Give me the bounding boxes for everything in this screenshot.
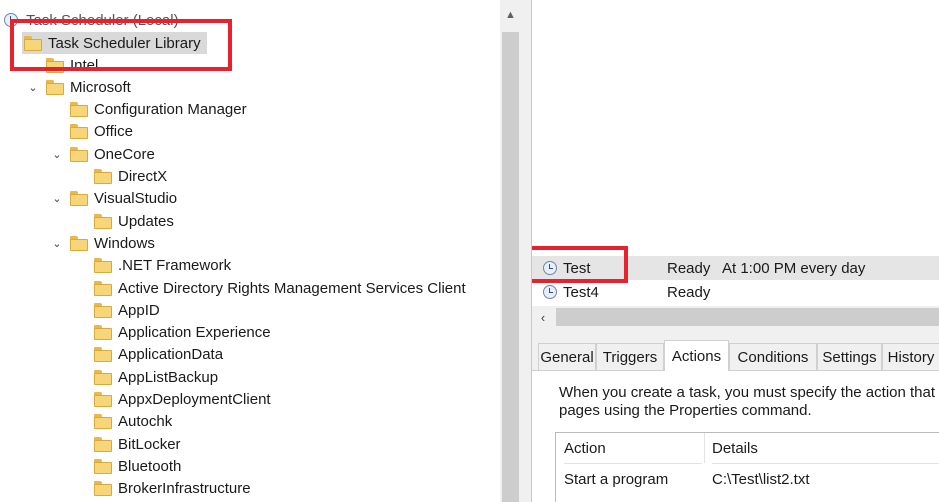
folder-icon (94, 302, 112, 318)
tree-item-label: AppxDeploymentClient (118, 391, 271, 408)
pane-divider[interactable] (532, 328, 939, 340)
tree-item-label: Configuration Manager (94, 101, 247, 119)
tree-item-label: OneCore (94, 145, 155, 163)
details-cell[interactable]: C:\Test\list2.txt (712, 464, 939, 494)
tree-item-label: VisualStudio (94, 190, 178, 208)
column-header-action[interactable]: Action (564, 433, 702, 464)
tree-item-label: Microsoft (70, 78, 131, 96)
tree-item[interactable]: Updates (94, 210, 174, 232)
chevron-down-icon[interactable]: ⌄ (50, 232, 64, 254)
tab-actions[interactable]: Actions (664, 340, 729, 371)
horizontal-scroll-thumb[interactable] (556, 308, 939, 326)
tree-item[interactable]: AppID (94, 299, 160, 321)
tree-item[interactable]: BitLocker (94, 433, 181, 455)
tab-settings[interactable]: Settings (817, 343, 882, 370)
folder-icon (94, 169, 112, 184)
task-properties-tabs: General Triggers Actions Conditions Settings… (532, 340, 939, 371)
tab-general[interactable]: General (538, 343, 596, 370)
pane-splitter[interactable] (521, 0, 531, 502)
folder-icon (70, 124, 88, 140)
task-clock-icon (543, 285, 557, 299)
folder-icon (70, 235, 88, 251)
description-line-1: When you create a task, you must specify… (559, 384, 939, 401)
tree-item[interactable]: Windows (70, 232, 155, 254)
tree-item-label: Office (94, 123, 133, 141)
highlight-test-task (532, 246, 628, 283)
folder-icon (94, 280, 112, 296)
description-line-2: pages using the Properties command. (559, 402, 812, 419)
folder-icon (94, 392, 112, 407)
folder-icon (94, 325, 112, 341)
task-status: Ready (667, 283, 711, 301)
folder-icon (46, 79, 64, 95)
tab-history[interactable]: History (882, 343, 939, 370)
task-name: Test4 (563, 283, 599, 301)
tree-item-label: Application Experience (118, 324, 271, 342)
folder-icon (94, 481, 112, 497)
task-trigger: At 1:00 PM every day (722, 259, 866, 277)
tree-item[interactable]: OneCore (70, 143, 155, 165)
chevron-down-icon[interactable]: ⌄ (50, 143, 64, 165)
tree-vertical-scrollbar[interactable]: ▲ (500, 0, 521, 502)
action-cell[interactable]: Start a program (564, 464, 702, 494)
column-separator[interactable] (704, 433, 705, 463)
tree-pane: Task Scheduler (Local) Task Scheduler Li… (0, 0, 521, 502)
tree-item[interactable]: Active Directory Rights Management Servi… (94, 277, 466, 299)
tree-item[interactable]: Configuration Manager (70, 99, 247, 121)
tree-item-label: Autochk (118, 413, 173, 431)
tab-conditions[interactable]: Conditions (729, 343, 817, 370)
folder-icon (70, 102, 88, 118)
tree-item[interactable]: BrokerInfrastructure (94, 478, 251, 500)
tree-item[interactable]: AppListBackup (94, 366, 218, 388)
scroll-left-arrow-icon[interactable]: ‹ (532, 306, 554, 328)
task-status: Ready (667, 259, 711, 277)
tree-item[interactable]: VisualStudio (70, 188, 177, 210)
chevron-down-icon[interactable]: ⌄ (50, 188, 64, 210)
tree-item[interactable]: ApplicationData (94, 344, 223, 366)
folder-icon (70, 146, 88, 162)
tree-item-label: Bluetooth (118, 457, 182, 475)
folder-icon (94, 414, 112, 430)
tree-item-label: Updates (118, 212, 174, 230)
tree-item-label: Windows (94, 234, 155, 252)
tree-item[interactable]: Bluetooth (94, 455, 181, 477)
tree-item[interactable]: Microsoft (46, 76, 131, 98)
highlight-library (10, 19, 232, 71)
folder-icon (94, 213, 112, 229)
task-list-horizontal-scrollbar[interactable]: ‹ (532, 306, 939, 328)
chevron-down-icon[interactable]: ⌄ (26, 76, 40, 98)
tab-triggers[interactable]: Triggers (596, 343, 664, 370)
folder-icon (94, 458, 112, 474)
scroll-up-arrow-icon[interactable]: ▲ (500, 0, 521, 30)
tree-item[interactable]: AppxDeploymentClient (94, 389, 271, 411)
scroll-thumb[interactable] (502, 32, 519, 502)
tree-item-label: DirectX (118, 168, 168, 185)
tree-item[interactable]: .NET Framework (94, 255, 231, 277)
folder-icon (94, 347, 112, 363)
folder-icon (94, 258, 112, 274)
tree-item-label: .NET Framework (118, 257, 232, 275)
tree-item-label: Active Directory Rights Management Servi… (118, 279, 466, 297)
folder-icon (94, 436, 112, 452)
tree-item-label: AppID (118, 301, 160, 319)
tree-item[interactable]: DirectX (94, 166, 167, 188)
tree-item-label: AppListBackup (118, 368, 219, 386)
tree-item-label: ApplicationData (118, 346, 224, 364)
folder-icon (70, 191, 88, 207)
actions-description: When you create a task, you must specify… (559, 384, 939, 420)
tree-item-label: BitLocker (118, 435, 181, 453)
folder-icon (94, 369, 112, 385)
tree-item[interactable]: Autochk (94, 411, 172, 433)
task-pane: Test Ready At 1:00 PM every day Test4 Ready … (531, 0, 939, 502)
tree-item-label: BrokerInfrastructure (118, 480, 251, 498)
actions-tab-content: When you create a task, you must specify… (532, 371, 939, 502)
tree-item[interactable]: Office (70, 121, 133, 143)
column-header-details[interactable]: Details (712, 433, 939, 464)
task-row[interactable]: Test4 Ready (532, 280, 939, 304)
actions-table: Action Details Start a program C:\Test\l… (555, 432, 939, 502)
tree-item[interactable]: Application Experience (94, 322, 271, 344)
